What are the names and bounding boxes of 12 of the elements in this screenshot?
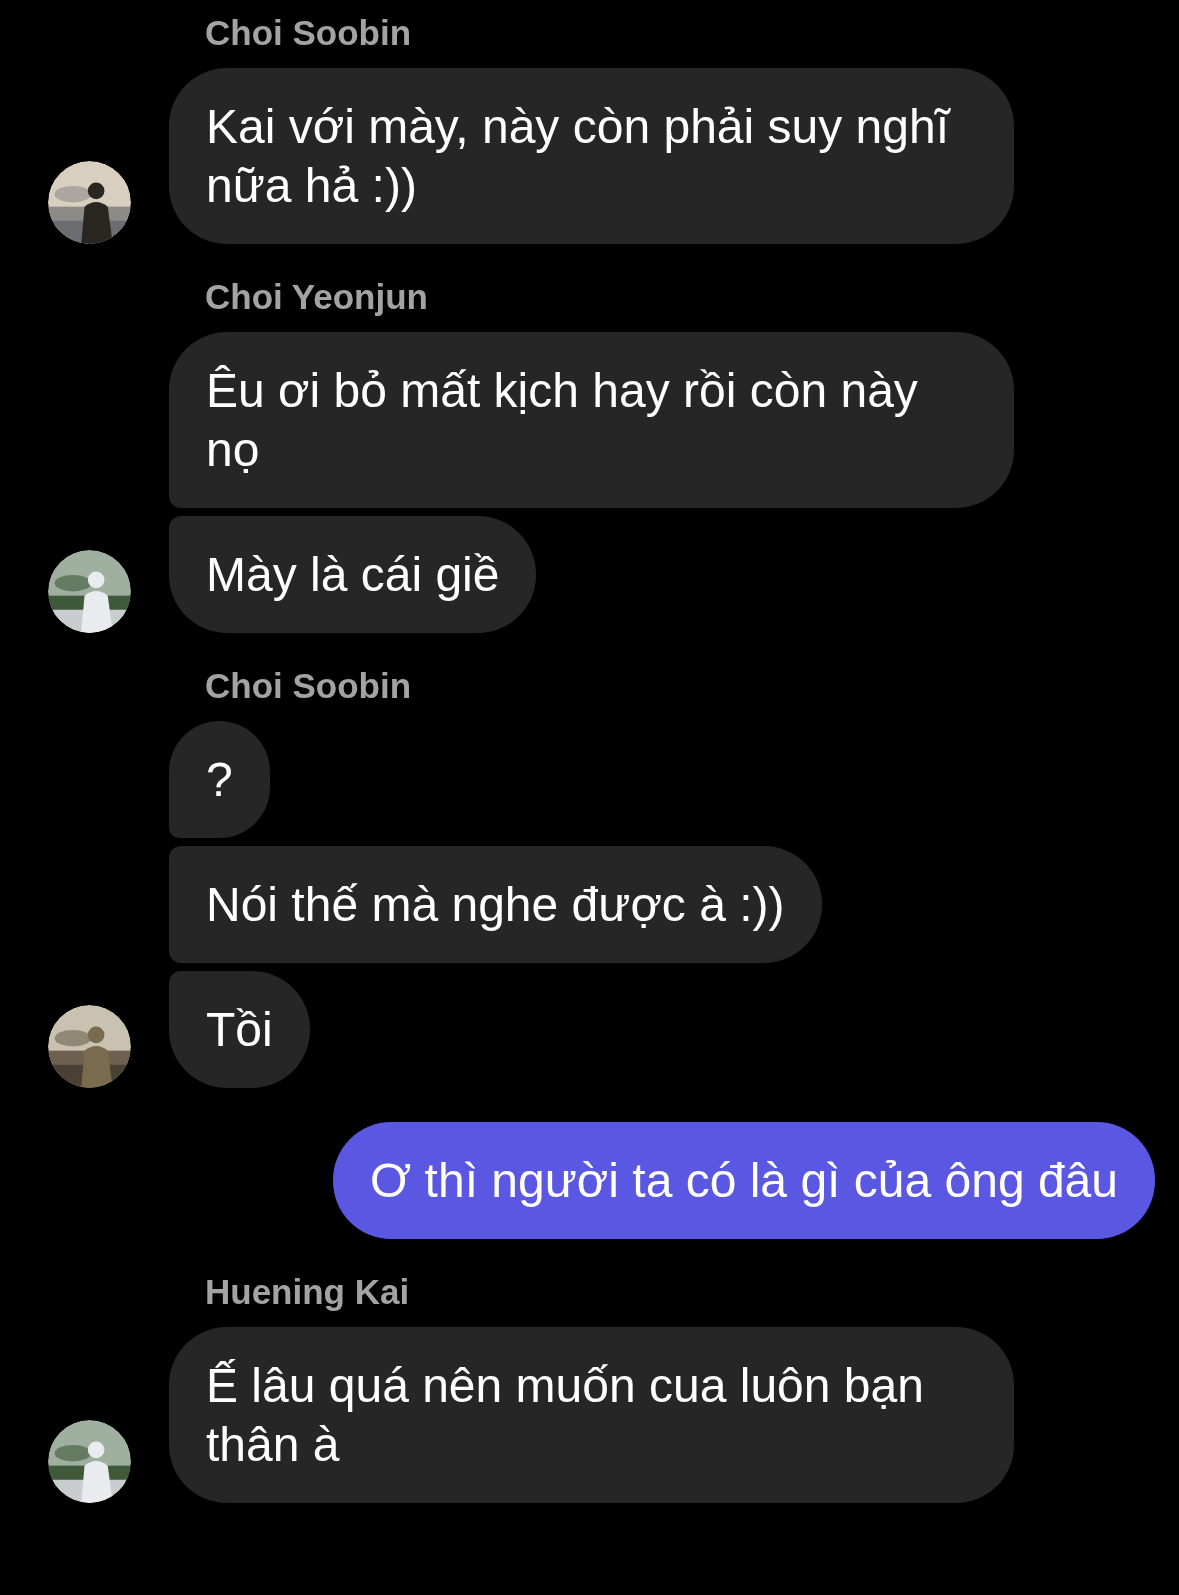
sender-name: Choi Soobin [205, 14, 412, 52]
message-bubble: Nói thế mà nghe được à :)) [169, 846, 822, 963]
message-bubble: Ế lâu quá nên muốn cua luôn bạn thân à [169, 1327, 1014, 1503]
message-bubble: Mày là cái giề [169, 516, 537, 633]
message-bubble: Ơ thì người ta có là gì của ông đâu [333, 1122, 1155, 1239]
message-bubble: Kai với mày, này còn phải suy nghĩ nữa hả :)) [169, 68, 1014, 244]
sender-name: Choi Yeonjun [205, 278, 428, 316]
message-bubble: ? [169, 721, 270, 838]
sender-name: Huening Kai [205, 1273, 410, 1311]
sender-name: Choi Soobin [205, 667, 412, 705]
message-bubble: Êu ơi bỏ mất kịch hay rồi còn này nọ [169, 332, 1014, 508]
message-bubble: Tồi [169, 971, 310, 1088]
